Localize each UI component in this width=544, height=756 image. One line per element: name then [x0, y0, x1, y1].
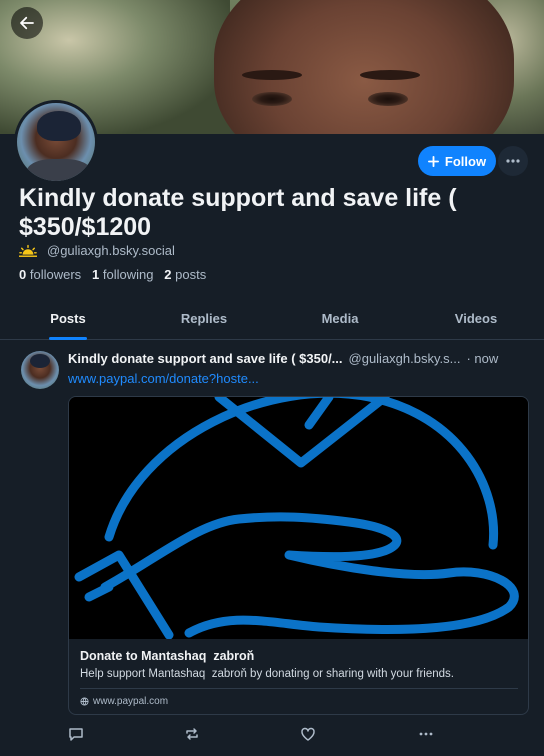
- tab-videos[interactable]: Videos: [408, 300, 544, 339]
- following-count: 1: [92, 267, 100, 282]
- post-author-avatar[interactable]: [21, 351, 59, 389]
- profile-tabs: Posts Replies Media Videos: [0, 300, 544, 340]
- posts-stat: 2 posts: [164, 267, 206, 282]
- post-avatar-hair: [30, 354, 50, 368]
- post-link[interactable]: www.paypal.com/donate?hoste...: [68, 371, 259, 386]
- post-time: · now: [466, 351, 499, 366]
- posts-label: posts: [175, 267, 207, 282]
- post-header: Kindly donate support and save life ( $3…: [68, 351, 532, 366]
- followers-label: followers: [29, 267, 82, 282]
- card-image: [69, 397, 528, 640]
- card-description: Help support Mantashaq zabroň by donatin…: [80, 668, 454, 680]
- tab-posts[interactable]: Posts: [0, 300, 136, 339]
- profile-avatar[interactable]: [14, 100, 98, 184]
- ellipsis-icon: [506, 159, 520, 163]
- posts-count: 2: [164, 267, 172, 282]
- post-actions: [68, 726, 448, 746]
- profile-stats: 0 followers 1 following 2 posts: [19, 267, 206, 282]
- card-divider: [80, 688, 518, 689]
- tab-replies[interactable]: Replies: [136, 300, 272, 339]
- donation-hand-illustration: [74, 397, 519, 640]
- following-label: following: [102, 267, 154, 282]
- avatar-hair: [37, 111, 81, 141]
- follow-button[interactable]: Follow: [418, 146, 496, 176]
- post-author-handle[interactable]: @guliaxgh.bsky.s...: [349, 351, 461, 366]
- back-arrow-icon: [20, 16, 34, 30]
- banner-eye-left: [252, 92, 292, 106]
- globe-icon: [80, 697, 89, 706]
- profile-handle: @guliaxgh.bsky.social: [47, 243, 175, 258]
- tab-media[interactable]: Media: [272, 300, 408, 339]
- repost-icon[interactable]: [184, 726, 200, 742]
- like-icon[interactable]: [300, 726, 316, 742]
- followers-stat[interactable]: 0 followers: [19, 267, 81, 282]
- post-menu-icon[interactable]: [418, 726, 434, 742]
- reply-icon[interactable]: [68, 726, 84, 742]
- sun-icon: [19, 244, 37, 257]
- back-button[interactable]: [11, 7, 43, 39]
- plus-icon: [427, 155, 439, 167]
- card-domain-text: www.paypal.com: [93, 696, 169, 707]
- card-title: Donate to Mantashaq zabroň: [80, 649, 255, 663]
- profile-more-button[interactable]: [498, 146, 528, 176]
- banner-face: [214, 0, 514, 134]
- post-author-name[interactable]: Kindly donate support and save life ( $3…: [68, 351, 343, 366]
- handle-row: @guliaxgh.bsky.social: [19, 243, 175, 258]
- profile-display-name: Kindly donate support and save life ( $3…: [19, 184, 457, 241]
- follow-label: Follow: [444, 153, 487, 169]
- link-preview-card[interactable]: Donate to Mantashaq zabroň Help support …: [68, 396, 529, 715]
- followers-count: 0: [19, 267, 27, 282]
- feed-post[interactable]: Kindly donate support and save life ( $3…: [0, 340, 544, 756]
- card-domain: www.paypal.com: [80, 696, 168, 707]
- banner-brow-right: [360, 70, 420, 80]
- banner-brow-left: [242, 70, 302, 80]
- following-stat[interactable]: 1 following: [92, 267, 153, 282]
- banner-eye-right: [368, 92, 408, 106]
- avatar-shirt: [27, 159, 91, 181]
